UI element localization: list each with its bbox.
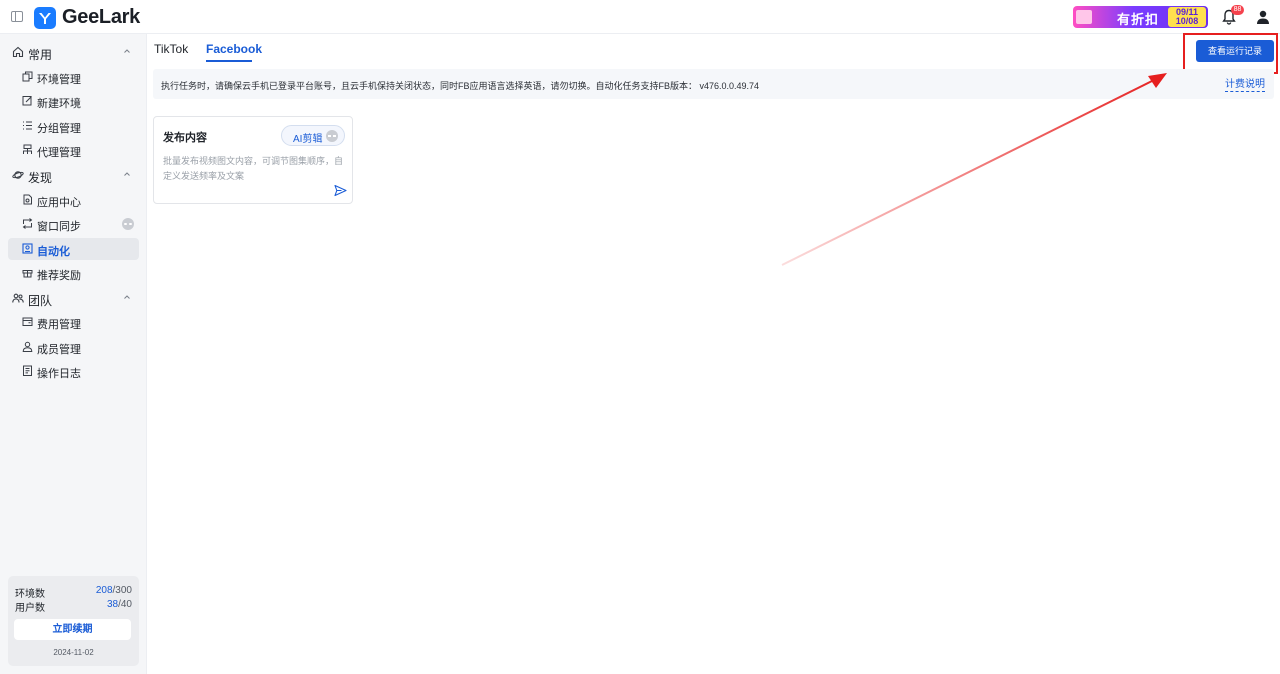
sidebar-group-label: 发现 bbox=[28, 171, 53, 185]
home-icon bbox=[12, 46, 24, 58]
quota-env-row: 环境数 208/300 bbox=[15, 585, 132, 600]
sidebar-group-label: 团队 bbox=[28, 294, 53, 308]
quota-user-row: 用户数 38/40 bbox=[15, 599, 132, 614]
promo-date-end: 10/08 bbox=[1175, 16, 1199, 26]
tag-icon bbox=[1076, 10, 1092, 24]
sidebar-item-proxy-management[interactable]: 代理管理 bbox=[8, 139, 139, 161]
quota-user-total: /40 bbox=[118, 599, 132, 610]
tab-tiktok[interactable]: TikTok bbox=[154, 42, 188, 56]
sidebar-group-team[interactable]: 团队 bbox=[0, 287, 147, 309]
hidden-eye-icon bbox=[326, 130, 338, 142]
sidebar-item-window-sync[interactable]: 窗口同步 bbox=[8, 213, 139, 235]
promo-text: 有折扣 bbox=[1117, 12, 1160, 27]
tab-facebook[interactable]: Facebook bbox=[206, 42, 262, 56]
member-icon bbox=[22, 341, 33, 352]
sidebar-toggle-icon[interactable] bbox=[11, 11, 23, 22]
notification-badge: 88 bbox=[1231, 5, 1244, 15]
hidden-eye-icon bbox=[122, 218, 134, 230]
apps-icon bbox=[23, 194, 32, 205]
list-icon bbox=[23, 121, 32, 130]
sidebar-item-new-env[interactable]: 新建环境 bbox=[8, 90, 139, 112]
log-icon bbox=[23, 365, 32, 376]
sidebar-group-label: 常用 bbox=[28, 48, 53, 62]
renew-button[interactable]: 立即续期 bbox=[14, 619, 131, 640]
brand-name: GeeLark bbox=[62, 6, 140, 28]
geelark-logo-icon bbox=[34, 6, 56, 29]
sidebar-item-label: 代理管理 bbox=[37, 147, 81, 159]
sidebar-group-common[interactable]: 常用 bbox=[0, 41, 147, 63]
view-run-records-button[interactable]: 查看运行记录 bbox=[1196, 40, 1274, 62]
edit-icon bbox=[22, 96, 32, 106]
network-icon bbox=[23, 144, 32, 154]
sidebar-item-app-center[interactable]: 应用中心 bbox=[8, 189, 139, 211]
notice-text: 执行任务时，请确保云手机已登录平台账号，且云手机保持关闭状态，同时FB应用语言选… bbox=[161, 81, 760, 91]
annotation-arrow bbox=[781, 73, 1167, 266]
notice-bar: 执行任务时，请确保云手机已登录平台账号，且云手机保持关闭状态，同时FB应用语言选… bbox=[153, 69, 1274, 99]
sidebar-item-label: 应用中心 bbox=[37, 197, 81, 209]
sidebar-item-label: 操作日志 bbox=[37, 368, 81, 380]
copy-icon bbox=[22, 71, 33, 82]
sidebar-item-automation[interactable]: 自动化 bbox=[8, 238, 139, 260]
automation-icon bbox=[22, 243, 33, 254]
publish-content-card[interactable]: 发布内容 AI剪辑 批量发布视频图文内容，可调节图集顺序，自定义发送频率及文案 bbox=[153, 116, 353, 204]
send-icon[interactable] bbox=[334, 184, 347, 197]
sidebar-item-label: 窗口同步 bbox=[37, 221, 81, 233]
chevron-up-icon bbox=[124, 172, 130, 176]
expire-date: 2024-11-02 bbox=[53, 648, 94, 657]
billing-info-link[interactable]: 计费说明 bbox=[1225, 79, 1265, 92]
planet-icon bbox=[12, 171, 24, 179]
ai-edit-label: AI剪辑 bbox=[293, 134, 323, 145]
sidebar-item-members[interactable]: 成员管理 bbox=[8, 336, 139, 358]
sidebar-item-operation-log[interactable]: 操作日志 bbox=[8, 360, 139, 382]
quota-user-label: 用户数 bbox=[15, 603, 45, 614]
gift-icon bbox=[22, 270, 33, 278]
active-tab-indicator bbox=[206, 60, 252, 62]
sidebar-item-group-management[interactable]: 分组管理 bbox=[8, 115, 139, 137]
ai-edit-button[interactable]: AI剪辑 bbox=[281, 125, 345, 146]
top-bar: GeeLark 有折扣 09/11 10/08 88 bbox=[0, 0, 1280, 34]
chevron-up-icon bbox=[124, 295, 130, 299]
sidebar: 常用 环境管理 新建环境 分组管理 代理管理 发现 应用中心 窗口同步 自动化 … bbox=[0, 34, 147, 674]
promo-dates: 09/11 10/08 bbox=[1168, 7, 1206, 27]
card-title: 发布内容 bbox=[163, 132, 207, 144]
sidebar-item-billing[interactable]: 费用管理 bbox=[8, 311, 139, 333]
sidebar-item-label: 费用管理 bbox=[37, 319, 81, 331]
quota-env-total: /300 bbox=[112, 585, 132, 596]
sidebar-item-env-management[interactable]: 环境管理 bbox=[8, 66, 139, 88]
sidebar-item-label: 新建环境 bbox=[37, 98, 81, 110]
sidebar-item-label: 分组管理 bbox=[37, 123, 81, 135]
sidebar-item-label: 推荐奖励 bbox=[37, 270, 81, 282]
quota-panel: 环境数 208/300 用户数 38/40 立即续期 2024-11-02 bbox=[8, 576, 139, 666]
team-icon bbox=[12, 293, 24, 303]
chevron-up-icon bbox=[124, 49, 130, 53]
sidebar-group-discover[interactable]: 发现 bbox=[0, 164, 147, 186]
quota-user-used: 38 bbox=[106, 599, 119, 610]
sidebar-item-label: 自动化 bbox=[37, 246, 70, 258]
sidebar-item-referral[interactable]: 推荐奖励 bbox=[8, 262, 139, 284]
sidebar-item-label: 成员管理 bbox=[37, 344, 81, 356]
sidebar-item-label: 环境管理 bbox=[37, 74, 81, 86]
wallet-icon bbox=[22, 317, 33, 326]
user-avatar-icon[interactable] bbox=[1255, 9, 1271, 25]
sync-icon bbox=[22, 218, 33, 229]
logo[interactable]: GeeLark bbox=[34, 6, 140, 29]
card-description: 批量发布视频图文内容，可调节图集顺序，自定义发送频率及文案 bbox=[163, 156, 344, 181]
quota-env-used: 208 bbox=[95, 585, 113, 596]
promo-banner[interactable]: 有折扣 09/11 10/08 bbox=[1073, 6, 1208, 28]
